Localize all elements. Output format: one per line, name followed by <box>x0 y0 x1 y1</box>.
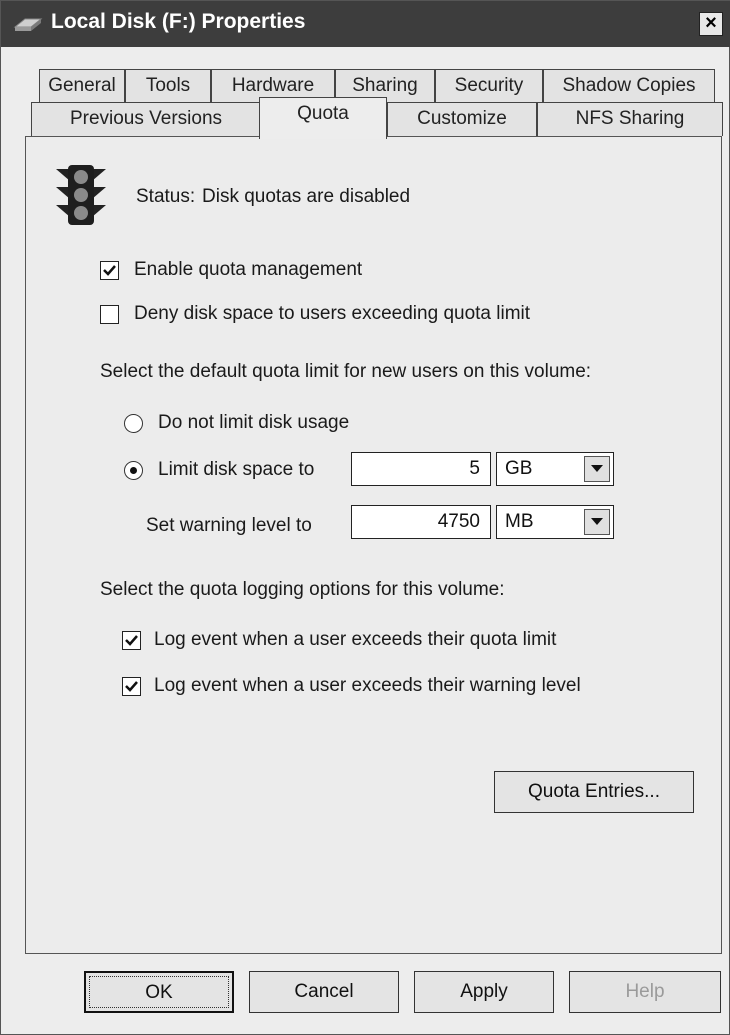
deny-space-label[interactable]: Deny disk space to users exceeding quota… <box>134 303 530 325</box>
apply-button[interactable]: Apply <box>414 971 554 1013</box>
status-label: Status: <box>136 186 196 207</box>
deny-space-checkbox[interactable] <box>100 305 119 324</box>
tab-previous-versions[interactable]: Previous Versions <box>31 102 261 136</box>
logging-heading: Select the quota logging options for thi… <box>100 579 505 600</box>
limit-label[interactable]: Limit disk space to <box>158 459 314 481</box>
limit-unit-value: GB <box>505 458 533 479</box>
enable-quota-label[interactable]: Enable quota management <box>134 259 362 281</box>
log-warning-checkbox[interactable] <box>122 677 141 696</box>
no-limit-radio[interactable] <box>124 414 143 433</box>
help-button: Help <box>569 971 721 1013</box>
close-icon: × <box>705 12 717 34</box>
traffic-light-icon <box>56 165 106 225</box>
drive-icon <box>13 18 43 31</box>
log-limit-checkbox[interactable] <box>122 631 141 650</box>
checkmark-icon <box>125 635 138 646</box>
tab-general[interactable]: General <box>39 69 125 103</box>
limit-radio[interactable] <box>124 461 143 480</box>
log-warning-label[interactable]: Log event when a user exceeds their warn… <box>154 675 581 697</box>
close-button[interactable]: × <box>699 12 723 36</box>
tab-shadow-copies[interactable]: Shadow Copies <box>543 69 715 103</box>
limit-unit-select[interactable]: GB <box>496 452 614 486</box>
warning-unit-select[interactable]: MB <box>496 505 614 539</box>
ok-button[interactable]: OK <box>84 971 234 1013</box>
dropdown-arrow-button[interactable] <box>584 509 610 535</box>
chevron-down-icon <box>591 518 603 525</box>
tab-nfs-sharing[interactable]: NFS Sharing <box>537 102 723 136</box>
warning-unit-value: MB <box>505 511 534 532</box>
window-title: Local Disk (F:) Properties <box>51 10 306 33</box>
dropdown-arrow-button[interactable] <box>584 456 610 482</box>
limit-value-input[interactable]: 5 <box>351 452 491 486</box>
tab-security[interactable]: Security <box>435 69 543 103</box>
default-limit-heading: Select the default quota limit for new u… <box>100 361 592 382</box>
properties-window: Local Disk (F:) Properties × General Too… <box>0 0 730 1035</box>
checkmark-icon <box>125 681 138 692</box>
radio-selected-dot <box>130 467 137 474</box>
focus-rectangle <box>89 976 229 1008</box>
quota-panel: Status: Disk quotas are disabled Enable … <box>25 136 722 954</box>
cancel-button[interactable]: Cancel <box>249 971 399 1013</box>
chevron-down-icon <box>591 465 603 472</box>
title-bar[interactable]: Local Disk (F:) Properties × <box>1 1 730 47</box>
quota-entries-button[interactable]: Quota Entries... <box>494 771 694 813</box>
tab-customize[interactable]: Customize <box>387 102 537 136</box>
log-limit-label[interactable]: Log event when a user exceeds their quot… <box>154 629 556 651</box>
no-limit-label[interactable]: Do not limit disk usage <box>158 412 349 434</box>
tab-tools[interactable]: Tools <box>125 69 211 103</box>
checkmark-icon <box>103 265 116 276</box>
warning-value-input[interactable]: 4750 <box>351 505 491 539</box>
warning-label: Set warning level to <box>146 515 312 536</box>
status-text: Disk quotas are disabled <box>202 186 411 207</box>
tab-quota[interactable]: Quota <box>259 97 387 139</box>
enable-quota-checkbox[interactable] <box>100 261 119 280</box>
